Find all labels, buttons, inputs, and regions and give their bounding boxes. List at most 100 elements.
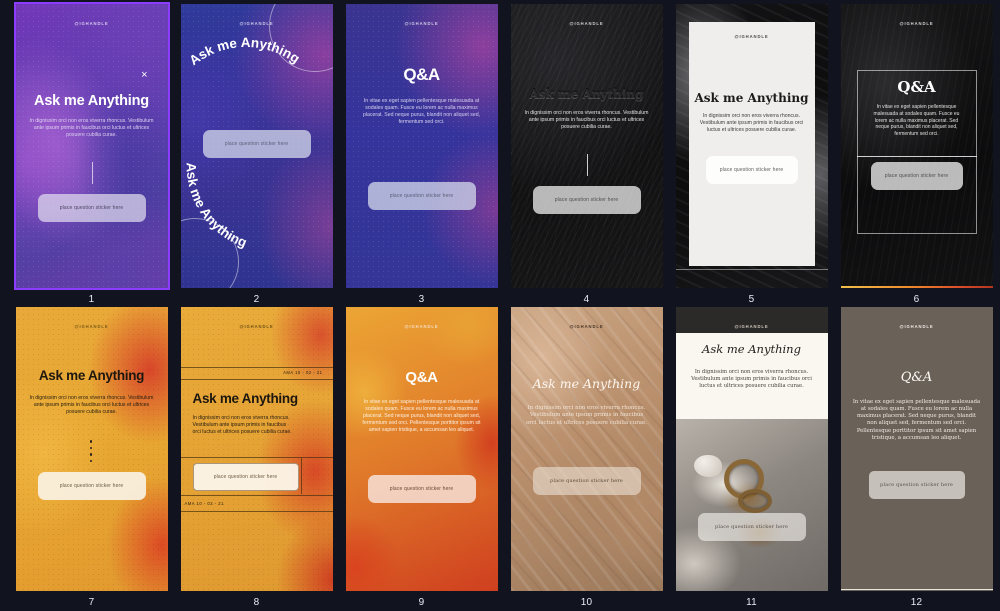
template-preview-1[interactable]: @IGHANDLE × Ask me Anything In dignissim… <box>13 2 170 290</box>
thumbnail-number: 5 <box>748 294 755 305</box>
ig-handle-label: @IGHANDLE <box>404 324 439 329</box>
thumbnail-cell-2[interactable]: @IGHANDLE Ask me Anything place question… <box>174 4 339 307</box>
question-sticker-placeholder[interactable]: place question sticker here <box>367 475 476 503</box>
template-preview-5[interactable]: @IGHANDLE Ask me Anything In dignissim o… <box>675 4 828 288</box>
dot-texture <box>345 4 498 288</box>
thumbnail-number: 3 <box>418 294 425 305</box>
template-preview-7[interactable]: @IGHANDLE Ask me Anything In dignissim o… <box>15 307 168 591</box>
template-title: Ask me Anything <box>694 91 809 105</box>
thumbnail-number: 4 <box>583 294 590 305</box>
rule-line <box>180 379 333 380</box>
template-preview-4[interactable]: @IGHANDLE Ask me Anything In dignissim o… <box>510 4 663 288</box>
thumbnail-number: 12 <box>910 597 923 608</box>
decorative-dots <box>89 440 92 462</box>
divider-line <box>840 588 993 590</box>
arc-title-bottom: Ask me Anything <box>183 162 248 250</box>
thumbnail-cell-6[interactable]: @IGHANDLE Q&A In vitae ex eget sapien pe… <box>834 4 999 307</box>
template-title: Ask me Anything <box>702 342 801 356</box>
template-title: Ask me Anything <box>529 87 644 101</box>
thumbnail-number: 8 <box>253 597 260 608</box>
question-sticker-placeholder[interactable]: place question sticker here <box>870 162 963 190</box>
template-preview-9[interactable]: @IGHANDLE Q&A In vitae ex eget sapien pe… <box>345 307 498 591</box>
question-sticker-placeholder[interactable]: place question sticker here <box>705 156 798 184</box>
ig-handle-label: @IGHANDLE <box>239 21 274 26</box>
question-sticker-placeholder[interactable]: place question sticker here <box>532 186 641 214</box>
ig-handle-label: @IGHANDLE <box>734 34 769 39</box>
template-body-text: In dignissim orci non eros viverra rhonc… <box>192 415 292 436</box>
divider-line <box>856 156 977 157</box>
ig-handle-label: @IGHANDLE <box>899 324 934 329</box>
thumbnail-cell-8[interactable]: @IGHANDLE AMA 10 - 02 - 21 Ask me Anythi… <box>174 307 339 610</box>
rule-line <box>180 495 333 496</box>
ig-handle-label: @IGHANDLE <box>569 324 604 329</box>
template-title: Q&A <box>405 369 438 386</box>
template-preview-12[interactable]: @IGHANDLE Q&A In vitae ex eget sapien pe… <box>840 307 993 591</box>
template-body-text: In dignissim orci non eros viverra rhonc… <box>699 113 804 134</box>
white-card-panel <box>688 22 815 266</box>
template-preview-10[interactable]: @IGHANDLE Ask me Anything In dignissim o… <box>510 307 663 591</box>
template-body-text: In vitae ex eget sapien pellentesque mal… <box>852 399 981 441</box>
ig-handle-label: @IGHANDLE <box>569 21 604 26</box>
ig-handle-label: @IGHANDLE <box>404 21 439 26</box>
template-preview-8[interactable]: @IGHANDLE AMA 10 - 02 - 21 Ask me Anythi… <box>180 307 333 591</box>
template-body-text: In dignissim orci non eros viverra rhonc… <box>29 118 154 139</box>
template-preview-2[interactable]: @IGHANDLE Ask me Anything place question… <box>180 4 333 288</box>
template-preview-11[interactable]: @IGHANDLE Ask me Anything In dignissim o… <box>675 307 828 591</box>
question-sticker-placeholder[interactable]: place question sticker here <box>697 513 806 541</box>
template-body-text: In vitae ex eget sapien pellentesque mal… <box>362 399 481 434</box>
ig-handle-label: @IGHANDLE <box>734 324 769 329</box>
template-body-text: In vitae ex eget sapien pellentesque mal… <box>362 98 481 126</box>
divider-line <box>300 458 302 494</box>
thumbnail-cell-9[interactable]: @IGHANDLE Q&A In vitae ex eget sapien pe… <box>339 307 504 610</box>
question-sticker-placeholder[interactable]: place question sticker here <box>532 467 641 495</box>
thumbnail-cell-5[interactable]: @IGHANDLE Ask me Anything In dignissim o… <box>669 4 834 307</box>
question-sticker-placeholder[interactable]: place question sticker here <box>192 463 299 491</box>
template-body-text: In dignissim orci non eros viverra rhonc… <box>524 110 649 131</box>
template-title: Q&A <box>900 370 933 385</box>
thumbnail-cell-7[interactable]: @IGHANDLE Ask me Anything In dignissim o… <box>9 307 174 610</box>
svg-text:Ask me Anything: Ask me Anything <box>183 162 248 250</box>
question-sticker-placeholder[interactable]: place question sticker here <box>367 182 476 210</box>
thumbnail-number: 1 <box>88 294 95 305</box>
template-preview-3[interactable]: @IGHANDLE Q&A In vitae ex eget sapien pe… <box>345 4 498 288</box>
thumbnail-cell-1[interactable]: @IGHANDLE × Ask me Anything In dignissim… <box>9 2 174 307</box>
thumbnail-cell-11[interactable]: @IGHANDLE Ask me Anything In dignissim o… <box>669 307 834 610</box>
divider-line <box>586 154 588 176</box>
template-body-text: In dignissim orci non eros viverra rhonc… <box>691 369 812 390</box>
template-title: Ask me Anything <box>192 391 299 406</box>
decorative-swirl <box>55 44 168 284</box>
ring-shape <box>737 489 772 513</box>
template-preview-6[interactable]: @IGHANDLE Q&A In vitae ex eget sapien pe… <box>840 4 993 288</box>
template-title: Q&A <box>897 78 936 96</box>
question-sticker-placeholder[interactable]: place question sticker here <box>868 471 965 499</box>
date-label-top: AMA 10 - 02 - 21 <box>283 370 323 375</box>
date-label-bottom: AMA 10 - 02 - 21 <box>184 501 224 506</box>
ig-handle-label: @IGHANDLE <box>74 21 109 26</box>
rule-line <box>180 367 333 368</box>
thumbnail-cell-12[interactable]: @IGHANDLE Q&A In vitae ex eget sapien pe… <box>834 307 999 610</box>
template-title: Ask me Anything <box>38 368 145 383</box>
accent-strip <box>840 286 993 288</box>
rule-line <box>180 511 333 512</box>
ig-handle-label: @IGHANDLE <box>899 21 934 26</box>
question-sticker-placeholder[interactable]: place question sticker here <box>37 194 146 222</box>
question-sticker-placeholder[interactable]: place question sticker here <box>37 472 146 500</box>
template-title: Q&A <box>403 65 440 84</box>
thumbnail-number: 7 <box>88 597 95 608</box>
rule-line <box>180 457 333 458</box>
close-icon[interactable]: × <box>141 70 147 81</box>
template-body-text: In dignissim orci non eros viverra rhonc… <box>29 395 154 416</box>
template-title: Ask me Anything <box>532 376 641 391</box>
stone-shape <box>693 455 722 477</box>
thumbnail-number: 2 <box>253 294 260 305</box>
thumbnail-cell-4[interactable]: @IGHANDLE Ask me Anything In dignissim o… <box>504 4 669 307</box>
thumbnail-cell-10[interactable]: @IGHANDLE Ask me Anything In dignissim o… <box>504 307 669 610</box>
ig-handle-label: @IGHANDLE <box>74 324 109 329</box>
thumbnail-cell-3[interactable]: @IGHANDLE Q&A In vitae ex eget sapien pe… <box>339 4 504 307</box>
svg-text:Ask me Anything: Ask me Anything <box>186 36 302 68</box>
divider-line <box>91 162 93 184</box>
thumbnail-number: 11 <box>746 597 757 608</box>
thumbnail-number: 10 <box>580 597 593 608</box>
thumbnail-number: 9 <box>418 597 425 608</box>
ig-handle-label: @IGHANDLE <box>239 324 274 329</box>
